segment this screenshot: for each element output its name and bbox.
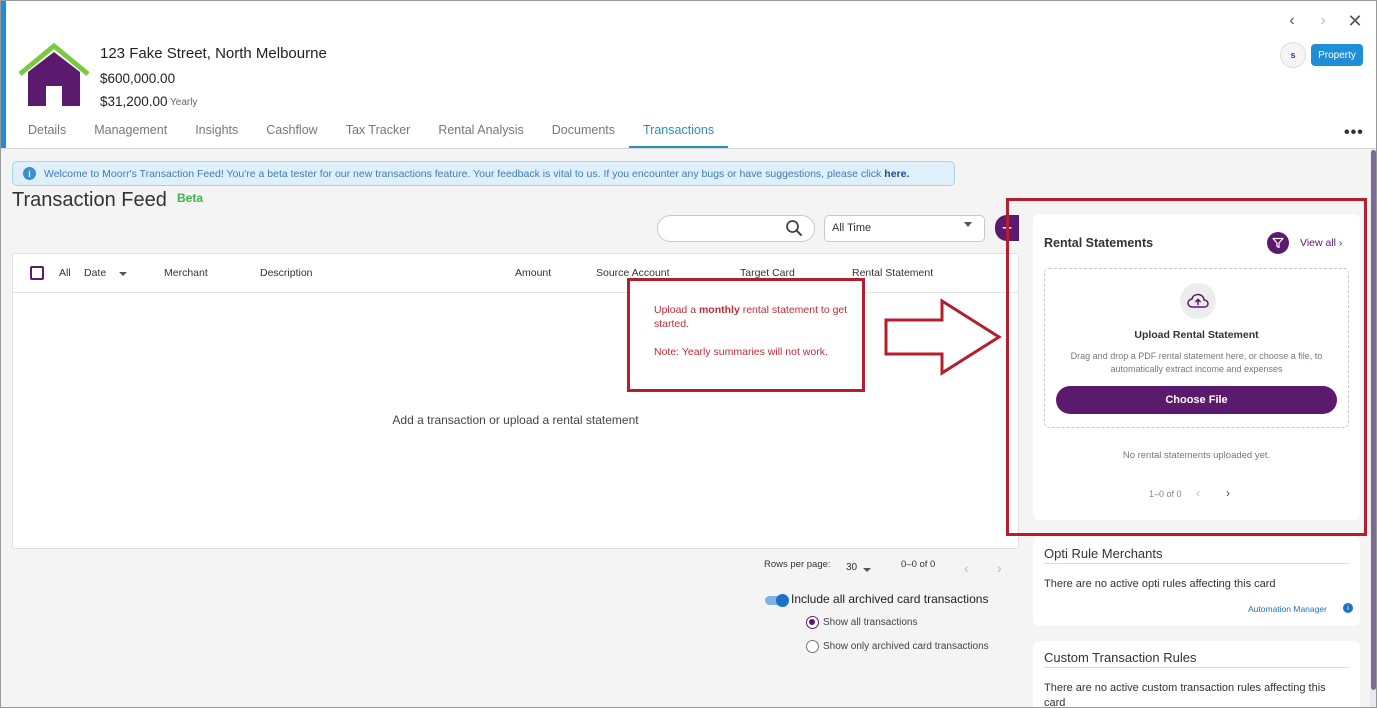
page-range: 0–0 of 0 [901,559,936,570]
banner-text: Welcome to Moorr's Transaction Feed! You… [44,167,882,180]
info-icon[interactable]: i [1343,603,1353,613]
column-merchant: Merchant [164,267,208,279]
rows-per-page-select[interactable]: 30 [846,562,857,573]
feedback-link[interactable]: here. [884,168,909,180]
beta-info-banner: i Welcome to Moorr's Transaction Feed! Y… [12,161,955,186]
page-title: Transaction Feed [12,189,167,211]
column-amount: Amount [515,267,552,279]
scrollbar-thumb[interactable] [1371,150,1376,690]
time-period-select[interactable]: All Time [824,215,985,242]
section-divider [1044,667,1349,668]
show-archived-radio-label: Show only archived card transactions [823,641,989,652]
automation-manager-link[interactable]: Automation Manager [1248,604,1327,614]
sort-icon[interactable] [119,272,127,276]
info-icon: i [23,167,36,180]
next-record-button[interactable]: › [1313,10,1333,32]
more-options-icon[interactable]: ••• [1344,124,1364,142]
column-all: All [59,267,71,279]
property-rent: $31,200.00 [100,94,168,109]
opti-rules-panel: Opti Rule Merchants There are no active … [1033,537,1360,626]
tab-transactions[interactable]: Transactions [629,114,729,148]
empty-table-message: Add a transaction or upload a rental sta… [392,413,639,427]
tab-management[interactable]: Management [80,114,181,148]
custom-rules-panel: Custom Transaction Rules There are no ac… [1033,641,1360,708]
property-value: $600,000.00 [100,71,176,86]
no-statements-message: No rental statements uploaded yet. [1122,450,1271,461]
tab-details[interactable]: Details [14,114,80,148]
rental-statements-title: Rental Statements [1044,236,1154,250]
statements-prev-button[interactable]: ‹ [1196,486,1200,500]
property-type-badge: Property [1311,44,1363,66]
show-archived-radio[interactable] [806,640,819,653]
tab-rental-analysis[interactable]: Rental Analysis [424,114,537,148]
rows-per-page-label: Rows per page: [764,559,831,570]
annotation-line-1: Upload a monthly rental statement to get… [654,304,848,330]
rental-statements-panel: Rental Statements View all › Upload Rent… [1033,214,1360,520]
filter-button[interactable] [1267,232,1289,254]
upload-button[interactable] [1180,283,1216,319]
window-accent-bar [0,0,6,150]
tab-bar: Details Management Insights Cashflow Tax… [14,114,729,148]
custom-rules-title: Custom Transaction Rules [1044,650,1197,665]
arrow-right-icon [884,298,1002,376]
opti-rules-text: There are no active opti rules affecting… [1044,578,1276,590]
statements-next-button[interactable]: › [1226,486,1230,500]
tab-insights[interactable]: Insights [181,114,252,148]
close-button[interactable]: ✕ [1345,10,1365,32]
select-all-checkbox[interactable] [30,266,44,280]
avatar[interactable]: s [1280,42,1306,68]
previous-record-button[interactable]: ‹ [1282,10,1302,32]
tab-cashflow[interactable]: Cashflow [252,114,331,148]
previous-page-button[interactable]: ‹ [964,560,969,576]
opti-rules-title: Opti Rule Merchants [1044,546,1163,561]
view-all-link[interactable]: View all › [1300,237,1342,249]
upload-drop-zone[interactable]: Upload Rental Statement Drag and drop a … [1044,268,1349,428]
chevron-down-icon[interactable] [863,568,871,572]
beta-badge: Beta [177,191,204,205]
upload-description: Drag and drop a PDF rental statement her… [1070,351,1323,374]
property-address: 123 Fake Street, North Melbourne [100,45,327,62]
annotation-callout: Upload a monthly rental statement to get… [627,278,865,392]
statements-page-range: 1–0 of 0 [1149,489,1182,499]
section-divider [1044,563,1349,564]
show-all-radio-label: Show all transactions [823,617,918,628]
transactions-table: All Date Merchant Description Amount Sou… [12,253,1019,549]
column-date[interactable]: Date [84,267,106,279]
property-header: 123 Fake Street, North Melbourne $600,00… [0,0,1377,150]
property-rent-period: Yearly [170,97,198,108]
next-page-button[interactable]: › [997,560,1002,576]
archived-toggle[interactable] [776,594,789,607]
choose-file-button[interactable]: Choose File [1056,386,1337,414]
upload-title: Upload Rental Statement [1134,329,1259,341]
filter-icon [1272,237,1284,249]
custom-rules-text: There are no active custom transaction r… [1044,682,1326,708]
tab-documents[interactable]: Documents [538,114,629,148]
add-transaction-button[interactable]: + [995,215,1019,241]
tab-tax-tracker[interactable]: Tax Tracker [332,114,425,148]
annotation-line-2: Note: Yearly summaries will not work. [654,346,828,358]
chevron-down-icon [964,222,972,227]
archived-toggle-label: Include all archived card transactions [791,592,989,606]
house-logo-icon [18,42,90,106]
table-header: All Date Merchant Description Amount Sou… [13,254,1018,293]
cloud-upload-icon [1187,293,1209,308]
show-all-radio[interactable] [806,616,819,629]
search-icon[interactable] [785,219,803,237]
column-description: Description [260,267,313,279]
